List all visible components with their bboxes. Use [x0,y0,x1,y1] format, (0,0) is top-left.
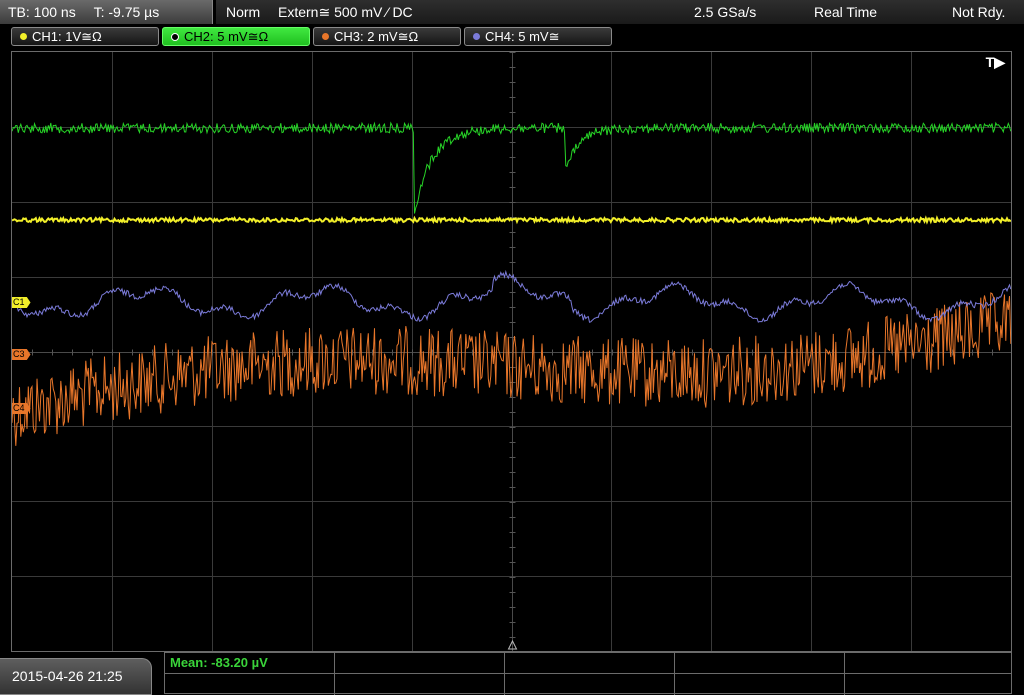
measurement-table[interactable]: Mean: -83.20 µV [164,652,1012,695]
date-time: 2015-04-26 21:25 [0,658,152,695]
timebase-panel[interactable]: TB: 100 ns T: -9.75 µs [0,0,213,24]
trigger-mode[interactable]: Norm [226,0,260,24]
measurement-cell[interactable] [675,653,845,695]
timebase-value[interactable]: TB: 100 ns [8,4,76,20]
channel-tab-ch1[interactable]: CH1: 1V≅Ω [11,27,159,46]
measurement-divider [165,673,1011,674]
waveform-display[interactable]: T▶ C1 C3 C4 [11,51,1012,652]
ch4-color-icon [473,33,480,41]
ch3-trace [12,292,1011,446]
channel-label: CH3: 2 mV≅Ω [334,29,419,44]
ch4-offset-marker[interactable]: C4 [12,403,31,414]
trigger-position-icon[interactable]: T▶ [986,54,1005,71]
ch1-color-icon [20,33,27,41]
ch2-color-icon [171,32,179,41]
bottom-bar: 2015-04-26 21:25 Mean: -83.20 µV [0,652,1024,695]
channel-label: CH4: 5 mV≅ [485,29,560,44]
mean-measurement: Mean: -83.20 µV [170,655,268,670]
measurement-cell[interactable] [505,653,675,695]
measurement-cell[interactable] [335,653,505,695]
channel-tab-ch2[interactable]: CH2: 5 mV≅Ω [162,27,310,46]
ch1-trace [12,215,1011,226]
measurement-cell[interactable]: Mean: -83.20 µV [165,653,335,695]
trigger-position-value[interactable]: T: -9.75 µs [94,4,160,20]
channel-label: CH1: 1V≅Ω [32,29,102,44]
trigger-panel: Norm Extern≅ 500 mV ⁄ DC 2.5 GSa/s Real … [216,0,1024,24]
acquisition-mode[interactable]: Real Time [814,0,877,24]
ch3-offset-marker[interactable]: C3 [12,349,31,360]
channel-tab-ch3[interactable]: CH3: 2 mV≅Ω [313,27,461,46]
ch3-color-icon [322,33,329,41]
trigger-source[interactable]: Extern≅ 500 mV ⁄ DC [278,0,413,24]
ch1-offset-marker[interactable]: C1 [12,297,31,308]
ch4-trace [12,269,1011,323]
waveform-traces [12,121,1011,446]
run-status[interactable]: Not Rdy. [952,0,1005,24]
channel-bar: CH1: 1V≅Ω CH2: 5 mV≅Ω CH3: 2 mV≅Ω CH4: 5… [0,26,1024,48]
ch2-trace [12,121,1011,214]
channel-tab-ch4[interactable]: CH4: 5 mV≅ [464,27,612,46]
channel-label: CH2: 5 mV≅Ω [184,29,269,44]
status-bar: TB: 100 ns T: -9.75 µs Norm Extern≅ 500 … [0,0,1024,25]
sample-rate[interactable]: 2.5 GSa/s [694,0,756,24]
